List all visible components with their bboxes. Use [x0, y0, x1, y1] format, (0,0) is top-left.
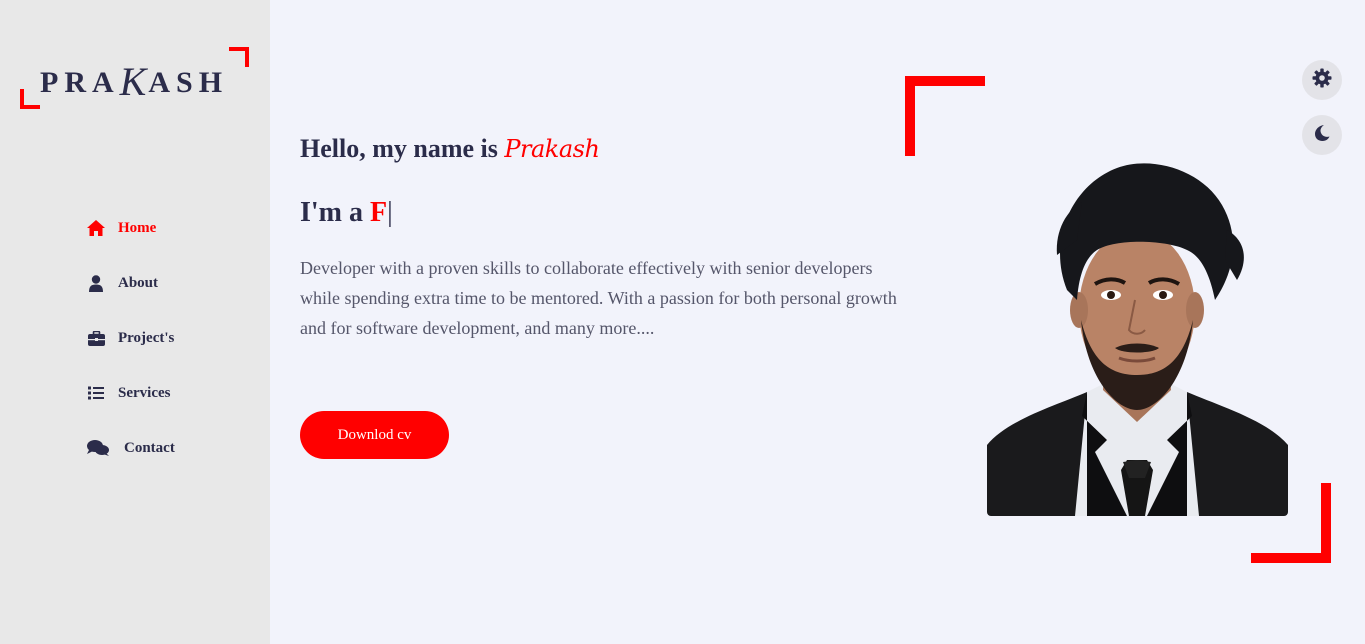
role-typed-text: F [370, 197, 388, 228]
logo-text-end: ASH [148, 66, 229, 99]
nav-item-label: Contact [124, 439, 175, 456]
hero-description: Developer with a proven skills to collab… [300, 258, 897, 338]
nav-item-label: Home [118, 219, 157, 236]
home-icon [86, 218, 106, 238]
user-icon [86, 273, 106, 293]
logo-text-k: K [119, 59, 149, 104]
nav-item-contact[interactable]: Contact [80, 425, 190, 471]
logo-text-start: PRA [40, 66, 120, 99]
logo-corner-top-right [229, 47, 249, 67]
photo-frame-top-left [905, 76, 985, 156]
nav-item-services[interactable]: Services [80, 370, 190, 416]
greeting-name: Prakash [504, 135, 600, 163]
greeting-heading: Hello, my name is Prakash [300, 134, 600, 164]
chat-icon [86, 438, 110, 458]
nav-item-home[interactable]: Home [80, 205, 190, 251]
nav-item-label: About [118, 274, 159, 291]
logo[interactable]: PRAKASH [20, 46, 250, 110]
nav-item-label: Services [118, 384, 171, 401]
gear-icon [1312, 68, 1332, 93]
settings-button[interactable] [1302, 60, 1342, 100]
profile-photo [987, 160, 1288, 516]
moon-icon [1313, 124, 1331, 147]
logo-corner-bottom-left [20, 89, 40, 109]
download-cv-button[interactable]: Downlod cv [300, 411, 449, 459]
role-prefix: I'm a [300, 197, 363, 228]
nav-item-projects[interactable]: Project's [80, 315, 190, 361]
list-icon [86, 383, 106, 403]
briefcase-icon [86, 328, 106, 348]
logo-text: PRAKASH [40, 58, 228, 105]
role-heading: I'm a F| [300, 197, 393, 229]
typing-cursor: | [387, 197, 393, 228]
greeting-text: Hello, my name is [300, 134, 498, 163]
main-nav: Home About Project's Services Contact [80, 205, 190, 480]
nav-item-about[interactable]: About [80, 260, 190, 306]
sidebar: PRAKASH Home About Project's Services Co… [0, 0, 270, 644]
nav-item-label: Project's [118, 329, 175, 346]
theme-toggle-button[interactable] [1302, 115, 1342, 155]
